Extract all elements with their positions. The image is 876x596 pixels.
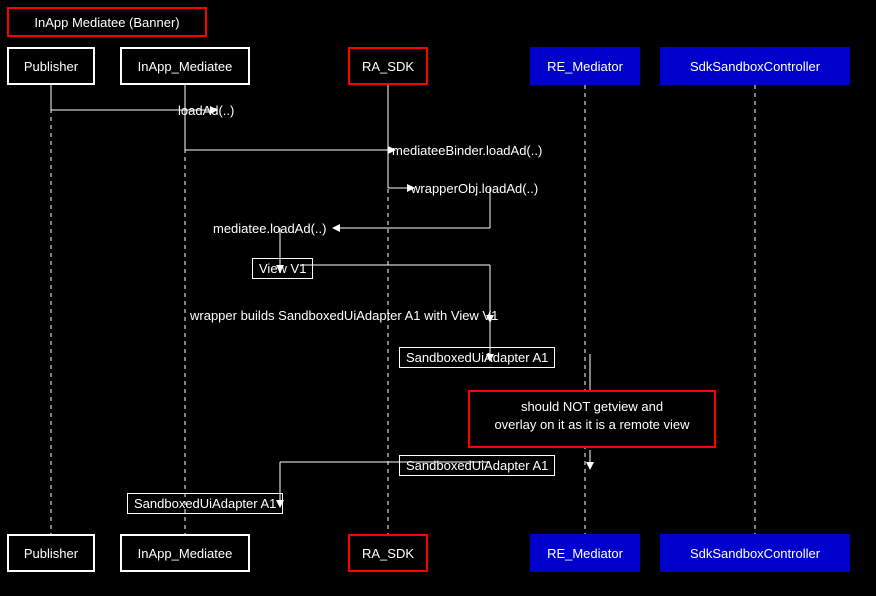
ra-sdk-bottom-box: RA_SDK bbox=[348, 534, 428, 572]
mediatee-binder-label: mediateeBinder.loadAd(..) bbox=[392, 143, 542, 158]
load-ad-label: loadAd(..) bbox=[178, 103, 234, 118]
ra-sdk-bottom-label: RA_SDK bbox=[362, 546, 414, 561]
sandboxed-adapter-1-label: SandboxedUiAdapter A1 bbox=[399, 347, 555, 368]
sdk-sandbox-top-label: SdkSandboxController bbox=[690, 59, 820, 74]
view-v1-label: View V1 bbox=[252, 258, 313, 279]
publisher-top-label: Publisher bbox=[24, 59, 78, 74]
sandboxed-adapter-3-label: SandboxedUiAdapter A1 bbox=[127, 493, 283, 514]
sdk-sandbox-bottom-label: SdkSandboxController bbox=[690, 546, 820, 561]
inapp-mediatee-bottom-box: InApp_Mediatee bbox=[120, 534, 250, 572]
re-mediator-bottom-box: RE_Mediator bbox=[530, 534, 640, 572]
ra-sdk-top-label: RA_SDK bbox=[362, 59, 414, 74]
title-box: InApp Mediatee (Banner) bbox=[7, 7, 207, 37]
re-mediator-top-label: RE_Mediator bbox=[547, 59, 623, 74]
diagram: InApp Mediatee (Banner) Publisher InApp_… bbox=[0, 0, 876, 596]
inapp-mediatee-top-label: InApp_Mediatee bbox=[138, 59, 233, 74]
inapp-mediatee-bottom-label: InApp_Mediatee bbox=[138, 546, 233, 561]
wrapper-obj-label: wrapperObj.loadAd(..) bbox=[411, 181, 538, 196]
mediatee-load-ad-label: mediatee.loadAd(..) bbox=[213, 221, 326, 236]
inapp-mediatee-top-box: InApp_Mediatee bbox=[120, 47, 250, 85]
re-mediator-top-box: RE_Mediator bbox=[530, 47, 640, 85]
sdk-sandbox-top-box: SdkSandboxController bbox=[660, 47, 850, 85]
warning-box: should NOT getview andoverlay on it as i… bbox=[468, 390, 716, 448]
sandboxed-adapter-2-label: SandboxedUiAdapter A1 bbox=[399, 455, 555, 476]
re-mediator-bottom-label: RE_Mediator bbox=[547, 546, 623, 561]
publisher-bottom-box: Publisher bbox=[7, 534, 95, 572]
publisher-bottom-label: Publisher bbox=[24, 546, 78, 561]
sdk-sandbox-bottom-box: SdkSandboxController bbox=[660, 534, 850, 572]
publisher-top-box: Publisher bbox=[7, 47, 95, 85]
title-label: InApp Mediatee (Banner) bbox=[34, 15, 179, 30]
wrapper-builds-label: wrapper builds SandboxedUiAdapter A1 wit… bbox=[190, 308, 498, 323]
warning-text: should NOT getview andoverlay on it as i… bbox=[494, 399, 689, 432]
ra-sdk-top-box: RA_SDK bbox=[348, 47, 428, 85]
